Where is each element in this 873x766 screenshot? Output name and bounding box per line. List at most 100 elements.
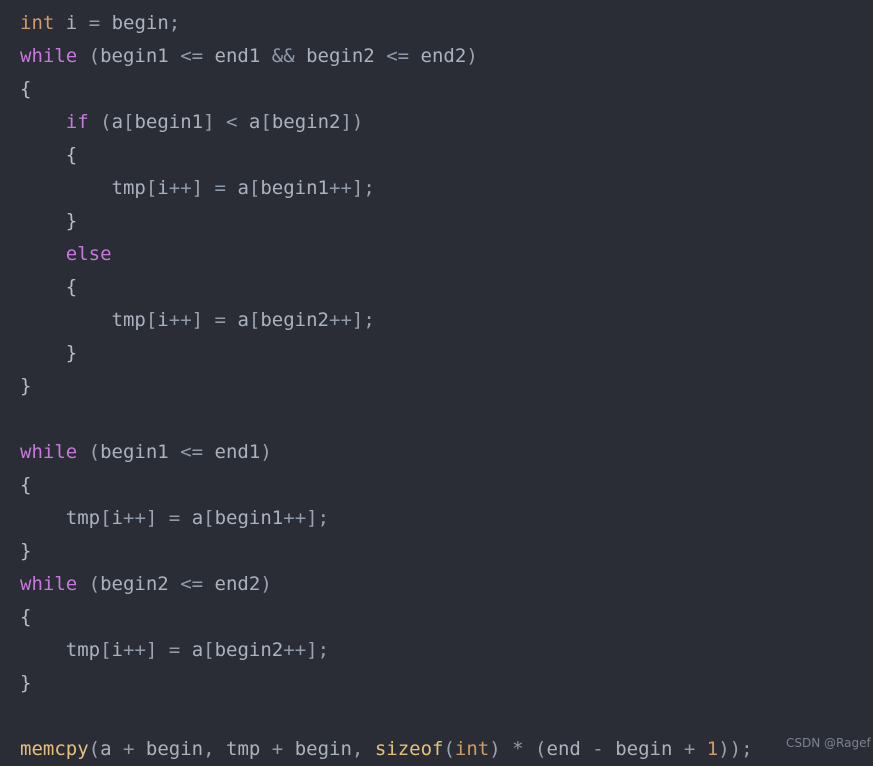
code-token-punct: [ <box>100 639 112 661</box>
code-token-fn: sizeof <box>374 738 444 760</box>
code-token-punct: ; <box>363 309 375 331</box>
code-token-punct: ] <box>351 177 364 199</box>
code-token-punct: ( <box>88 45 101 67</box>
code-token-op: <= <box>180 573 204 595</box>
code-token-ident: i <box>157 309 169 331</box>
code-token-brace: { <box>20 606 32 628</box>
code-token-ident: tmp <box>65 507 101 529</box>
code-token-punct: ; <box>317 639 330 661</box>
code-token-punct: [ <box>100 507 112 529</box>
code-token-ident: tmp <box>65 639 101 661</box>
code-line: } <box>0 535 873 568</box>
code-token-punct: ; <box>168 12 181 34</box>
code-token-punct: ; <box>741 738 753 760</box>
code-token-kw: while <box>20 45 78 67</box>
code-token-op: <= <box>386 45 410 67</box>
code-token-brace: { <box>20 474 32 496</box>
code-token-ident: begin1 <box>100 441 169 463</box>
code-token-op: + <box>683 738 696 760</box>
code-token-punct: ] <box>203 111 215 133</box>
code-token-ident: i <box>111 507 123 529</box>
code-token-punct: [ <box>260 111 272 133</box>
code-block[interactable]: int i = begin; while (begin1 <= end1 && b… <box>0 7 873 766</box>
code-line: while (begin2 <= end2) <box>0 568 873 601</box>
code-token-kw: else <box>65 243 112 265</box>
code-editor-pane[interactable]: int i = begin; while (begin1 <= end1 && b… <box>0 0 873 766</box>
code-token-ident: a <box>191 507 204 529</box>
code-token-brace: } <box>65 342 78 364</box>
code-line: tmp[i++] = a[begin2++]; <box>0 304 873 337</box>
code-token-punct: [ <box>203 507 215 529</box>
code-token-kw: if <box>65 111 89 133</box>
code-token-ident: a <box>100 738 112 760</box>
code-token-op: + <box>271 738 284 760</box>
code-token-fn: memcpy <box>20 738 89 760</box>
code-token-ident: begin2 <box>306 45 375 67</box>
code-line: if (a[begin1] < a[begin2]) <box>0 106 873 139</box>
code-line: { <box>0 469 873 502</box>
code-token-kw: while <box>20 573 78 595</box>
code-line: } <box>0 337 873 370</box>
code-token-brace: { <box>20 78 32 100</box>
code-token-ident: tmp <box>111 177 146 199</box>
code-token-ident: begin1 <box>134 111 204 133</box>
code-line: { <box>0 139 873 172</box>
code-token-punct: [ <box>145 309 158 331</box>
code-token-punct: ( <box>88 573 101 595</box>
code-line: int i = begin; <box>0 7 873 40</box>
code-token-punct: [ <box>123 111 135 133</box>
code-token-punct: ] <box>145 507 158 529</box>
code-line: { <box>0 271 873 304</box>
code-token-punct: ] <box>145 639 158 661</box>
code-token-op: = <box>168 639 181 661</box>
code-token-ident: begin2 <box>100 573 169 595</box>
code-token-punct: ( <box>535 738 547 760</box>
code-token-op: ++ <box>329 309 352 331</box>
code-token-punct: ) <box>729 738 742 760</box>
code-token-punct: ] <box>340 111 352 133</box>
code-token-ident: begin <box>111 12 169 34</box>
code-token-punct: ] <box>351 309 364 331</box>
code-token-brace: } <box>65 210 78 232</box>
code-token-ident: a <box>248 111 261 133</box>
code-token-punct: , <box>203 738 215 760</box>
code-token-ident: i <box>157 177 169 199</box>
code-token-ident: i <box>65 12 78 34</box>
code-token-ident: begin1 <box>214 507 284 529</box>
code-token-ident: a <box>191 639 204 661</box>
code-token-type: int <box>454 738 490 760</box>
code-token-brace: } <box>20 375 32 397</box>
code-token-brace: { <box>65 276 78 298</box>
code-token-op: ++ <box>329 177 352 199</box>
code-token-op: - <box>592 738 604 760</box>
code-line: } <box>0 205 873 238</box>
code-token-ident: end1 <box>214 45 261 67</box>
code-token-op: < <box>226 111 238 133</box>
code-token-ident: i <box>111 639 123 661</box>
